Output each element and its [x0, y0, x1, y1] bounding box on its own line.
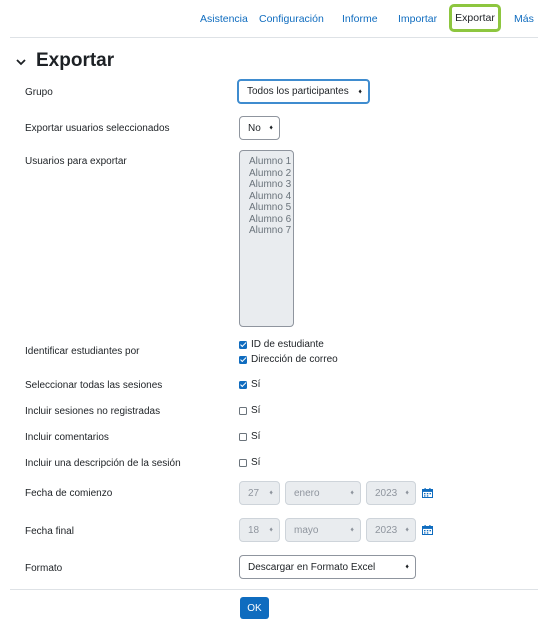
checkbox-unchecked-icon[interactable] — [239, 432, 247, 441]
caret-updown-icon: ♦ — [350, 526, 354, 534]
checkbox-checked-icon[interactable] — [239, 355, 247, 364]
caret-updown-icon: ♦ — [269, 124, 273, 132]
checkbox-descripcion[interactable]: Sí — [239, 457, 260, 468]
caret-updown-icon: ♦ — [269, 489, 273, 497]
usuarios-label: Usuarios para exportar — [25, 156, 127, 167]
checkbox-checked-icon[interactable] — [239, 380, 247, 389]
list-item[interactable]: Alumno 3 — [249, 179, 293, 191]
fecha-comienzo-month-select[interactable]: enero ♦ — [285, 481, 361, 505]
checkbox-checked-icon[interactable] — [239, 340, 247, 349]
checkbox-unchecked-icon[interactable] — [239, 406, 247, 415]
tab-exportar[interactable]: Exportar — [449, 4, 501, 32]
caret-updown-icon: ♦ — [405, 563, 409, 571]
checkbox-todas-sesiones[interactable]: Sí — [239, 379, 260, 390]
descripcion-label: Incluir una descripción de la sesión — [25, 458, 181, 469]
no-registradas-label: Incluir sesiones no registradas — [25, 406, 161, 417]
caret-updown-icon: ♦ — [358, 88, 362, 95]
calendar-icon[interactable] — [422, 525, 433, 535]
checkbox-id-estudiante[interactable]: ID de estudiante — [239, 339, 324, 350]
caret-updown-icon: ♦ — [405, 489, 409, 497]
calendar-icon[interactable] — [422, 488, 433, 498]
checkbox-unchecked-icon[interactable] — [239, 458, 247, 467]
caret-updown-icon: ♦ — [405, 526, 409, 534]
checkbox-no-registradas[interactable]: Sí — [239, 405, 260, 416]
page-title: Exportar — [36, 50, 115, 71]
exportar-seleccionados-label: Exportar usuarios seleccionados — [25, 123, 170, 134]
tab-informe[interactable]: Informe — [342, 13, 378, 25]
usuarios-listbox[interactable]: Alumno 1 Alumno 2 Alumno 3 Alumno 4 Alum… — [239, 150, 294, 327]
identificar-label: Identificar estudiantes por — [25, 346, 140, 357]
checkbox-direccion-correo[interactable]: Dirección de correo — [239, 354, 338, 365]
tab-configuracion[interactable]: Configuración — [259, 13, 324, 25]
formato-select[interactable]: Descargar en Formato Excel ♦ — [239, 555, 416, 579]
exportar-seleccionados-value: No — [248, 122, 261, 134]
fecha-final-day-select[interactable]: 18 ♦ — [239, 518, 280, 542]
grupo-value: Todos los participantes — [247, 86, 349, 97]
fecha-final-year-select[interactable]: 2023 ♦ — [366, 518, 416, 542]
nav-divider — [10, 37, 538, 38]
list-item[interactable]: Alumno 4 — [249, 191, 293, 203]
fecha-final-month-select[interactable]: mayo ♦ — [285, 518, 361, 542]
list-item[interactable]: Alumno 6 — [249, 214, 293, 226]
list-item[interactable]: Alumno 5 — [249, 202, 293, 214]
fecha-final-label: Fecha final — [25, 526, 74, 537]
list-item[interactable]: Alumno 1 — [249, 156, 293, 168]
comentarios-label: Incluir comentarios — [25, 432, 109, 443]
form-divider — [10, 589, 538, 590]
list-item[interactable]: Alumno 7 — [249, 225, 293, 237]
grupo-select[interactable]: Todos los participantes ♦ — [237, 79, 370, 104]
tab-importar[interactable]: Importar — [398, 13, 437, 25]
fecha-comienzo-year-select[interactable]: 2023 ♦ — [366, 481, 416, 505]
todas-sesiones-label: Seleccionar todas las sesiones — [25, 380, 163, 391]
formato-label: Formato — [25, 563, 63, 574]
caret-updown-icon: ♦ — [269, 526, 273, 534]
chevron-down-icon[interactable] — [16, 57, 26, 67]
fecha-comienzo-day-select[interactable]: 27 ♦ — [239, 481, 280, 505]
exportar-seleccionados-select[interactable]: No ♦ — [239, 116, 280, 140]
tab-asistencia[interactable]: Asistencia — [200, 13, 248, 25]
grupo-label: Grupo — [25, 87, 53, 98]
list-item[interactable]: Alumno 2 — [249, 168, 293, 180]
fecha-comienzo-label: Fecha de comienzo — [25, 488, 113, 499]
caret-updown-icon: ♦ — [350, 489, 354, 497]
tab-mas[interactable]: Más — [514, 13, 534, 25]
checkbox-comentarios[interactable]: Sí — [239, 431, 260, 442]
